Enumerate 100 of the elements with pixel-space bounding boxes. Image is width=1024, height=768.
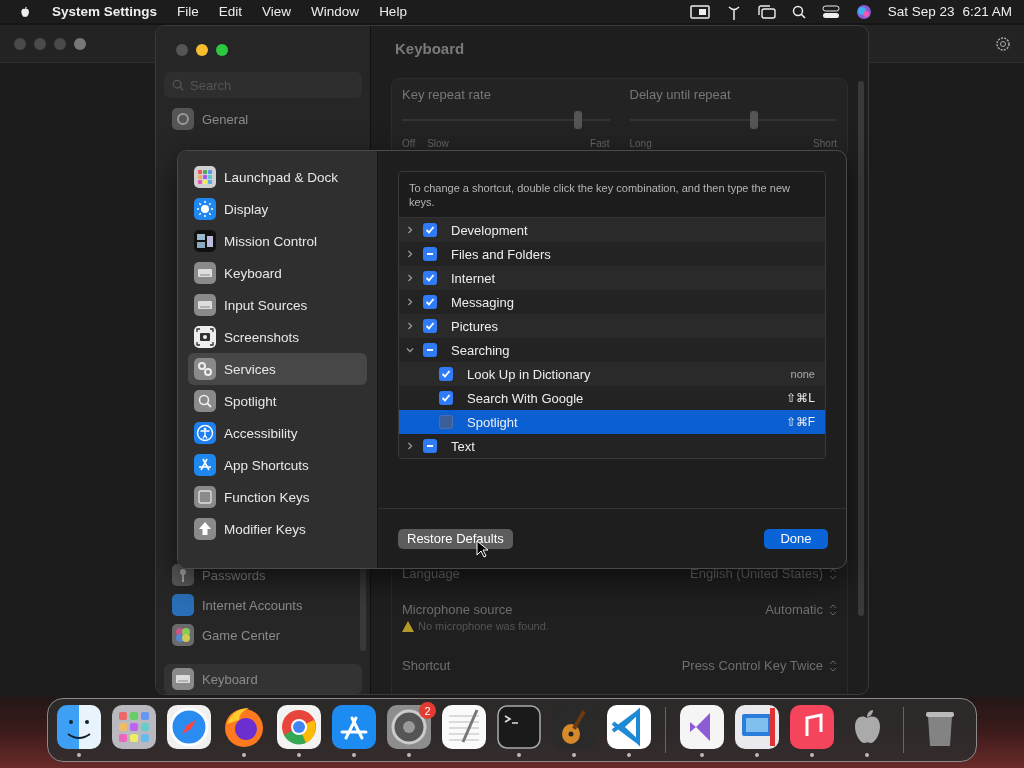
service-name[interactable]: Spotlight bbox=[467, 414, 778, 430]
gear-icon bbox=[172, 108, 194, 130]
sidebar-item[interactable]: Spotlight bbox=[224, 393, 277, 409]
windows-icon[interactable] bbox=[757, 4, 776, 19]
warning-icon bbox=[402, 620, 414, 632]
checkbox[interactable] bbox=[439, 367, 453, 381]
minimize-button[interactable] bbox=[196, 44, 208, 56]
antenna-icon[interactable] bbox=[725, 3, 742, 20]
gear-icon[interactable] bbox=[386, 703, 432, 750]
sidebar-item[interactable]: Mission Control bbox=[224, 233, 318, 249]
slider-track[interactable] bbox=[629, 110, 837, 130]
sidebar-item[interactable]: Keyboard bbox=[202, 671, 258, 687]
service-name[interactable]: Search With Google bbox=[467, 390, 779, 406]
sun-icon bbox=[194, 198, 216, 220]
chevron-right-icon[interactable] bbox=[405, 249, 415, 259]
checkmark-icon bbox=[425, 297, 435, 307]
pencil-ruler-icon bbox=[194, 454, 216, 476]
stepper-arrows-icon bbox=[829, 603, 837, 616]
sidebar-item[interactable]: Game Center bbox=[202, 627, 281, 643]
monitor-icon[interactable] bbox=[734, 703, 780, 750]
sidebar-item[interactable]: Services bbox=[224, 361, 276, 377]
notepad-pen-icon[interactable] bbox=[441, 703, 487, 750]
sidebar-item[interactable]: Modifier Keys bbox=[224, 521, 306, 537]
checkmark-icon bbox=[441, 393, 451, 403]
windows-icon bbox=[194, 230, 216, 252]
wheel-icon[interactable] bbox=[276, 703, 322, 750]
stepper-arrows-icon bbox=[829, 659, 837, 672]
zoom-button[interactable] bbox=[216, 44, 228, 56]
sidebar-item[interactable]: Function Keys bbox=[224, 489, 310, 505]
checkbox[interactable] bbox=[423, 223, 437, 237]
ribbon-icon[interactable] bbox=[679, 703, 725, 750]
screen-icon[interactable] bbox=[689, 4, 710, 19]
search-icon bbox=[194, 390, 216, 412]
smiling-face-icon[interactable] bbox=[56, 703, 102, 750]
checkbox[interactable] bbox=[439, 391, 453, 405]
shortcut-keys[interactable]: none bbox=[790, 368, 815, 380]
tick-label: Fast bbox=[590, 138, 610, 149]
menu-date[interactable]: Sat Sep 23 bbox=[887, 4, 955, 19]
slider-thumb[interactable] bbox=[750, 111, 758, 129]
chevron-down-icon[interactable] bbox=[405, 345, 415, 355]
camera-frame-icon bbox=[194, 326, 216, 348]
sidebar-item[interactable]: App Shortcuts bbox=[224, 457, 309, 473]
key-cap-icon bbox=[194, 486, 216, 508]
sidebar-item[interactable]: Accessibility bbox=[224, 425, 298, 441]
slider-label: Delay until repeat bbox=[629, 87, 732, 102]
ribbon-icon[interactable] bbox=[606, 703, 652, 750]
tick-label: Slow bbox=[427, 138, 449, 149]
checkbox[interactable] bbox=[439, 415, 453, 429]
sidebar-item[interactable]: Display bbox=[224, 201, 269, 217]
keyboard-icon bbox=[194, 262, 216, 284]
checkbox[interactable] bbox=[423, 319, 437, 333]
menu-item[interactable]: Help bbox=[379, 4, 407, 19]
music-note-icon[interactable] bbox=[789, 703, 835, 750]
app-menu[interactable]: System Settings bbox=[52, 4, 158, 19]
app-grid-icon[interactable] bbox=[111, 703, 157, 750]
tick-label: Long bbox=[629, 138, 652, 149]
search-icon[interactable] bbox=[791, 4, 806, 19]
compass-icon[interactable] bbox=[166, 703, 212, 750]
terminal-prompt-icon[interactable] bbox=[496, 703, 542, 750]
checkmark-icon bbox=[425, 225, 435, 235]
chevron-right-icon[interactable] bbox=[405, 225, 415, 235]
pencil-ruler-icon[interactable] bbox=[331, 703, 377, 750]
menu-item[interactable]: File bbox=[177, 4, 199, 19]
shortcut-keys[interactable]: ⇧⌘L bbox=[786, 391, 815, 405]
checkbox[interactable] bbox=[423, 271, 437, 285]
search-icon bbox=[172, 79, 184, 91]
sidebar-item[interactable]: General bbox=[202, 111, 249, 127]
sidebar-item[interactable]: Internet Accounts bbox=[202, 597, 303, 613]
sidebar-item[interactable]: Keyboard bbox=[224, 265, 282, 281]
grid-icon bbox=[194, 166, 216, 188]
keyboard-icon bbox=[194, 294, 216, 316]
menu-item[interactable]: Window bbox=[311, 4, 360, 19]
service-name[interactable]: Look Up in Dictionary bbox=[467, 366, 783, 382]
window-button[interactable] bbox=[74, 37, 86, 50]
done-button[interactable]: Done bbox=[764, 528, 828, 549]
chevron-right-icon[interactable] bbox=[405, 273, 415, 283]
sidebar-item[interactable]: Input Sources bbox=[224, 297, 308, 313]
chevron-right-icon[interactable] bbox=[405, 321, 415, 331]
checkbox[interactable] bbox=[423, 295, 437, 309]
settings-icon[interactable] bbox=[994, 34, 1012, 53]
checkmark-icon bbox=[425, 273, 435, 283]
menu-item[interactable]: Edit bbox=[218, 4, 243, 19]
checkmark-icon bbox=[441, 369, 451, 379]
menu-item[interactable]: View bbox=[262, 4, 292, 19]
window-title: Keyboard bbox=[394, 40, 466, 59]
slider-thumb[interactable] bbox=[574, 111, 583, 129]
chevron-right-icon[interactable] bbox=[405, 297, 415, 307]
orb-icon[interactable] bbox=[855, 3, 872, 20]
slider-track[interactable] bbox=[402, 110, 610, 130]
keyboard-icon bbox=[172, 668, 194, 690]
scrollbar[interactable] bbox=[858, 81, 864, 616]
sidebar-item[interactable]: Launchpad & Dock bbox=[224, 169, 339, 185]
chevron-right-icon[interactable] bbox=[405, 441, 415, 451]
toggles-icon[interactable] bbox=[821, 4, 840, 19]
shortcut-keys[interactable]: ⇧⌘F bbox=[785, 415, 815, 429]
checkmark-icon bbox=[425, 321, 435, 331]
sidebar-item[interactable]: Screenshots bbox=[224, 329, 300, 345]
setting-label: Shortcut bbox=[402, 658, 451, 673]
menu-time[interactable]: 6:21 AM bbox=[962, 4, 1012, 19]
restore-defaults-button[interactable]: Restore Defaults bbox=[398, 528, 513, 549]
